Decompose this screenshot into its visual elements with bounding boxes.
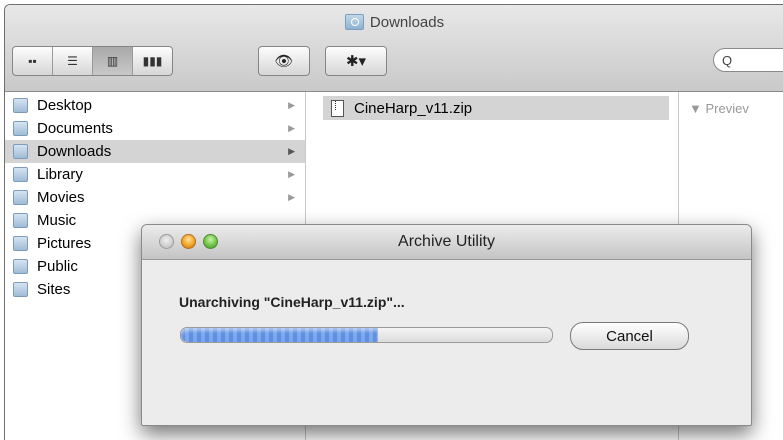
quick-look-button[interactable]: 👁 [258, 46, 310, 76]
coverflow-view-button[interactable]: ▮▮▮ [133, 47, 172, 75]
list-view-button[interactable]: ☰ [53, 47, 93, 75]
public-folder-icon [13, 259, 28, 274]
library-folder-icon [13, 167, 28, 182]
window-title: Downloads [5, 11, 783, 33]
disclosure-arrow-icon: ▶ [288, 123, 295, 133]
search-icon: Q [722, 52, 733, 68]
sidebar-item-documents[interactable]: Documents ▶ [5, 117, 305, 140]
file-row-cineharp-zip[interactable]: CineHarp_v11.zip [323, 96, 669, 120]
sidebar-item-label: Desktop [37, 97, 93, 114]
sidebar-item-label: Pictures [37, 235, 92, 252]
downloads-folder-icon [13, 144, 28, 159]
disclosure-arrow-icon: ▶ [288, 169, 295, 179]
window-title-label: Downloads [369, 13, 445, 31]
sidebar-item-library[interactable]: Library ▶ [5, 163, 305, 186]
desktop-folder-icon [13, 98, 28, 113]
sidebar-item-label: Sites [37, 281, 71, 298]
sidebar-item-label: Library [37, 166, 83, 183]
column-view-icon: ▥ [106, 54, 119, 68]
sidebar-item-desktop[interactable]: Desktop ▶ [5, 94, 305, 117]
list-view-icon: ☰ [67, 54, 78, 68]
music-folder-icon [13, 213, 28, 228]
gear-icon: ✱▾ [345, 53, 367, 70]
sidebar-item-label: Downloads [37, 143, 112, 160]
icon-view-button[interactable]: ▪▪ [13, 47, 53, 75]
sidebar-item-label: Public [37, 258, 78, 275]
sidebar-item-label: Music [37, 212, 77, 229]
unarchiving-message: Unarchiving "CineHarp_v11.zip"... [179, 294, 405, 310]
finder-toolbar: Downloads ▪▪ ☰ ▥ ▮▮▮ 👁 ✱▾ Q [5, 5, 783, 92]
preview-header[interactable]: ▼ Previev [689, 101, 749, 116]
eye-icon: 👁 [274, 53, 294, 70]
disclosure-arrow-icon: ▶ [288, 192, 295, 202]
progress-fill [181, 328, 378, 342]
view-mode-control: ▪▪ ☰ ▥ ▮▮▮ [12, 46, 173, 76]
movies-folder-icon [13, 190, 28, 205]
documents-folder-icon [13, 121, 28, 136]
cancel-button[interactable]: Cancel [570, 322, 689, 350]
progress-bar [180, 327, 553, 343]
archive-utility-dialog: Archive Utility Unarchiving "CineHarp_v1… [141, 224, 752, 426]
disclosure-arrow-icon: ▶ [288, 100, 295, 110]
disclosure-arrow-icon: ▶ [288, 146, 295, 156]
sidebar-item-movies[interactable]: Movies ▶ [5, 186, 305, 209]
search-field[interactable]: Q [713, 48, 783, 72]
icon-view-icon: ▪▪ [28, 54, 37, 68]
action-menu-button[interactable]: ✱▾ [325, 46, 387, 76]
sidebar-item-label: Documents [37, 120, 113, 137]
file-name: CineHarp_v11.zip [354, 99, 473, 117]
zip-file-icon [331, 99, 344, 117]
sidebar-item-downloads[interactable]: Downloads ▶ [5, 140, 305, 163]
dialog-title: Archive Utility [398, 233, 495, 250]
dialog-title-bar: Archive Utility [142, 225, 751, 260]
sidebar-item-label: Movies [37, 189, 85, 206]
downloads-folder-icon [344, 14, 364, 30]
coverflow-view-icon: ▮▮▮ [142, 54, 163, 68]
pictures-folder-icon [13, 236, 28, 251]
sites-folder-icon [13, 282, 28, 297]
column-view-button[interactable]: ▥ [93, 47, 133, 75]
